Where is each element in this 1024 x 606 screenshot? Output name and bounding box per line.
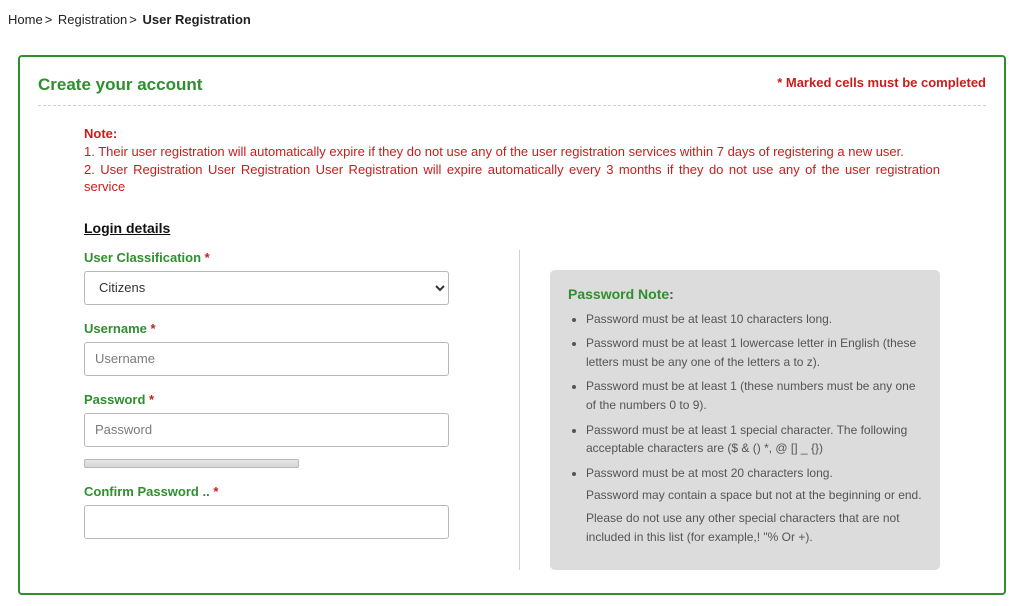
registration-panel: Create your account * Marked cells must … — [18, 55, 1006, 595]
field-username: Username * — [84, 321, 449, 376]
page-title: Create your account — [38, 75, 202, 95]
user-classification-select[interactable]: Citizens — [84, 271, 449, 305]
username-input[interactable] — [84, 342, 449, 376]
password-rule: Password must be at least 1 (these numbe… — [586, 377, 922, 414]
login-details-heading: Login details — [84, 220, 940, 236]
password-rule-extra: Password may contain a space but not at … — [586, 486, 922, 505]
password-rule: Password must be at least 1 special char… — [586, 421, 922, 458]
field-confirm-password: Confirm Password .. * — [84, 484, 449, 539]
note-line-2: 2. User Registration User Registration U… — [84, 161, 940, 196]
field-user-classification: User Classification * Citizens — [84, 250, 449, 305]
password-note-title: Password Note — [568, 286, 922, 302]
field-password: Password * — [84, 392, 449, 447]
breadcrumb-home[interactable]: Home — [8, 12, 43, 27]
note-heading: Note: — [84, 126, 940, 141]
confirm-password-input[interactable] — [84, 505, 449, 539]
note-line-1: 1. Their user registration will automati… — [84, 143, 940, 161]
breadcrumb: Home> Registration> User Registration — [0, 0, 1024, 39]
note-block: Note: 1. Their user registration will au… — [84, 126, 940, 196]
divider — [38, 105, 986, 106]
password-strength-meter — [84, 459, 299, 468]
password-rule: Password must be at least 10 characters … — [586, 310, 922, 329]
required-fields-note: * Marked cells must be completed — [777, 75, 986, 90]
label-password: Password * — [84, 392, 449, 407]
password-rule: Password must be at most 20 characters l… — [586, 464, 922, 546]
password-note-column: Password Note Password must be at least … — [519, 250, 940, 571]
breadcrumb-registration[interactable]: Registration — [58, 12, 127, 27]
form-column: User Classification * Citizens Username … — [84, 250, 479, 571]
password-rule-extra: Please do not use any other special char… — [586, 509, 922, 546]
password-rule: Password must be at least 1 lowercase le… — [586, 334, 922, 371]
breadcrumb-current: User Registration — [143, 12, 251, 27]
password-note-box: Password Note Password must be at least … — [550, 270, 940, 571]
password-input[interactable] — [84, 413, 449, 447]
label-user-classification: User Classification * — [84, 250, 449, 265]
label-username: Username * — [84, 321, 449, 336]
password-note-list: Password must be at least 10 characters … — [586, 310, 922, 547]
label-confirm-password: Confirm Password .. * — [84, 484, 449, 499]
